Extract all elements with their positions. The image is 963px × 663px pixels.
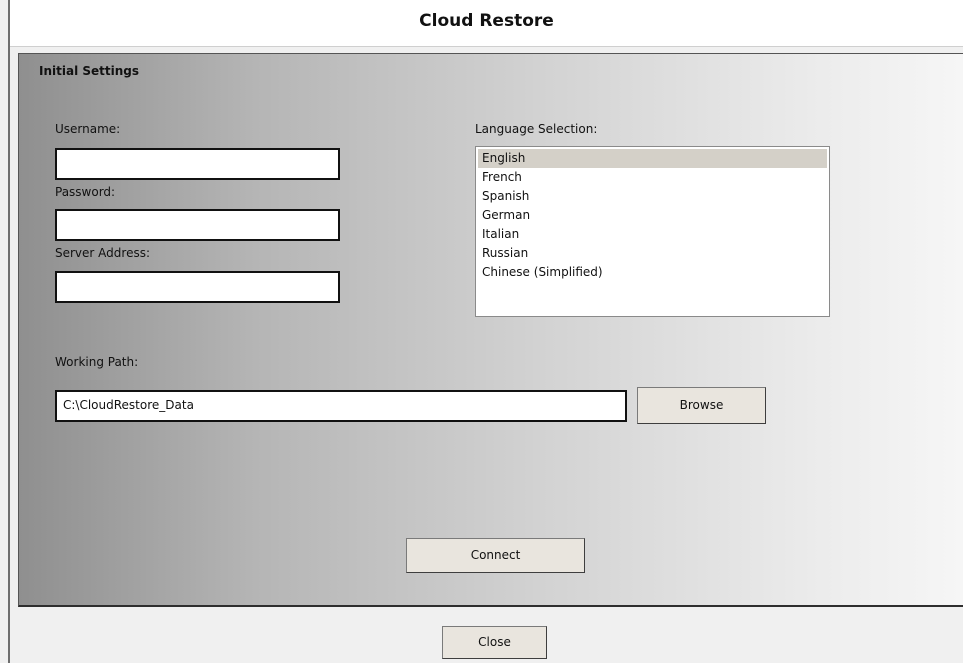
language-option-english[interactable]: English xyxy=(478,149,827,168)
panel-title: Initial Settings xyxy=(39,64,140,78)
browse-button[interactable]: Browse xyxy=(637,387,766,424)
working-path-label: Working Path: xyxy=(55,355,139,369)
language-option-italian[interactable]: Italian xyxy=(478,225,827,244)
window-left-border xyxy=(8,0,10,663)
server-address-label: Server Address: xyxy=(55,246,150,260)
language-listbox[interactable]: English French Spanish German Italian Ru… xyxy=(475,146,830,317)
language-option-chinese-simplified[interactable]: Chinese (Simplified) xyxy=(478,263,827,282)
working-path-field[interactable]: C:\CloudRestore_Data xyxy=(55,390,627,422)
language-option-spanish[interactable]: Spanish xyxy=(478,187,827,206)
language-option-german[interactable]: German xyxy=(478,206,827,225)
close-button[interactable]: Close xyxy=(442,626,547,659)
password-field[interactable] xyxy=(55,209,340,241)
language-option-french[interactable]: French xyxy=(478,168,827,187)
initial-settings-panel: Initial Settings Username: Password: Ser… xyxy=(18,53,963,607)
language-selection-label: Language Selection: xyxy=(475,122,598,136)
title-bar: Cloud Restore xyxy=(10,0,963,47)
connect-button[interactable]: Connect xyxy=(406,538,585,573)
server-address-field[interactable] xyxy=(55,271,340,303)
language-option-russian[interactable]: Russian xyxy=(478,244,827,263)
username-label: Username: xyxy=(55,122,121,136)
cloud-restore-window: Cloud Restore Initial Settings Username:… xyxy=(0,0,963,663)
password-label: Password: xyxy=(55,185,116,199)
username-field[interactable] xyxy=(55,148,340,180)
window-title: Cloud Restore xyxy=(419,11,554,31)
